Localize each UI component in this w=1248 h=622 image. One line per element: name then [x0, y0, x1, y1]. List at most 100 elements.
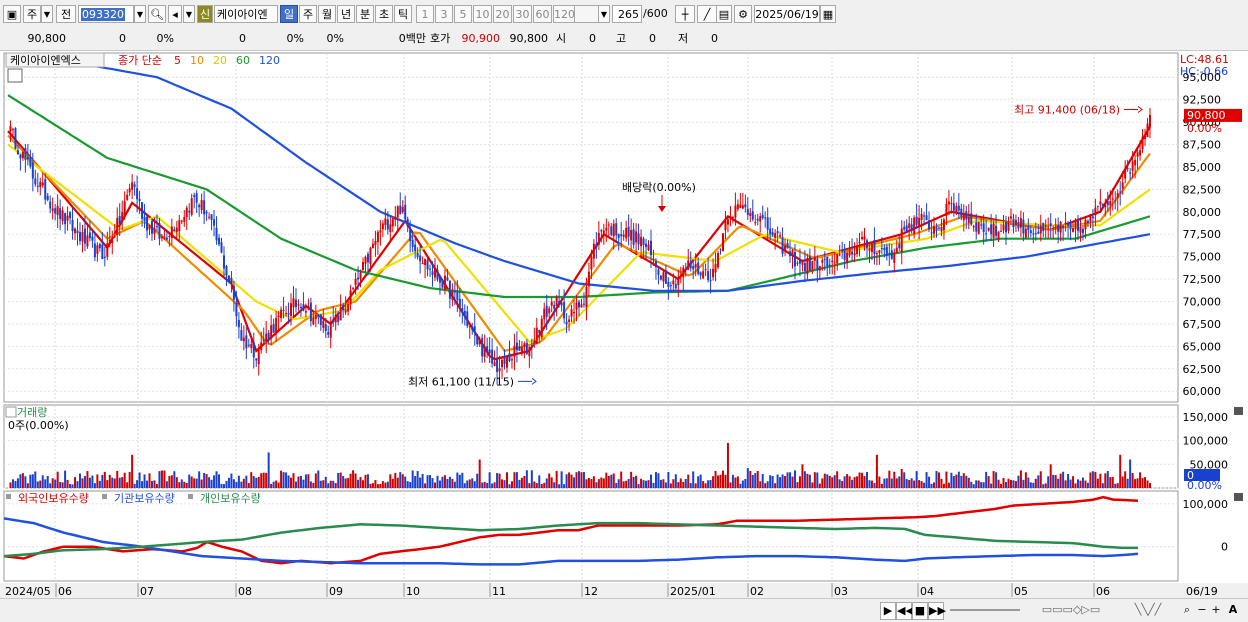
- tab-6[interactable]: 틱: [394, 5, 412, 23]
- volume-bar: [510, 481, 513, 488]
- prev-button[interactable]: 전: [56, 5, 76, 23]
- speaker-icon[interactable]: ◂: [168, 5, 182, 23]
- interval-20[interactable]: 20: [493, 5, 512, 23]
- volume-bar: [982, 482, 985, 488]
- candle-body: [851, 251, 854, 255]
- candle-body: [923, 215, 926, 217]
- volume-bar: [386, 481, 389, 488]
- speaker-dropdown-icon[interactable]: ▼: [183, 5, 195, 23]
- candle-body: [1014, 219, 1017, 226]
- tab-4[interactable]: 분: [356, 5, 374, 23]
- interval-1[interactable]: 1: [416, 5, 434, 23]
- chart-type-icon[interactable]: ┼: [675, 5, 695, 23]
- line-tools-icon[interactable]: ╲╲╱╱: [1118, 602, 1178, 618]
- volume-bar: [210, 479, 213, 488]
- tab-0[interactable]: 일: [280, 5, 298, 23]
- count-input[interactable]: 265: [612, 5, 642, 23]
- volume-bar: [155, 484, 158, 488]
- candle-body: [836, 254, 839, 264]
- interval-5[interactable]: 5: [454, 5, 472, 23]
- volume-bar: [1101, 483, 1104, 488]
- candle-body: [54, 208, 57, 214]
- volume-bar: [950, 472, 953, 488]
- fast-forward-icon[interactable]: ▶▶: [928, 602, 946, 620]
- volume-bar: [796, 482, 799, 488]
- scroll-right-icon[interactable]: ▶: [880, 602, 896, 620]
- period-dropdown-icon[interactable]: ▼: [41, 5, 53, 23]
- volume-bar: [213, 475, 216, 488]
- volume-bar: [359, 477, 362, 488]
- window-menu-icon[interactable]: ▣: [3, 5, 21, 23]
- zoom-in-button[interactable]: +: [1210, 602, 1222, 618]
- volume-bar: [637, 484, 640, 488]
- candle-body: [1096, 205, 1099, 207]
- interval-3[interactable]: 3: [435, 5, 453, 23]
- interval-dropdown-icon[interactable]: ▼: [598, 5, 610, 23]
- volume-bar: [1119, 454, 1122, 488]
- volume-bar: [349, 473, 352, 488]
- tab-5[interactable]: 초: [375, 5, 393, 23]
- candle-body: [220, 242, 223, 253]
- stock-name-field[interactable]: 케이아이엔: [214, 5, 278, 23]
- candle-body: [83, 228, 86, 244]
- search-icon[interactable]: 🔍︎: [148, 5, 166, 23]
- candle-body: [342, 304, 345, 311]
- stock-code-input[interactable]: 093320: [78, 5, 134, 23]
- text-tool-button[interactable]: A: [1226, 602, 1240, 618]
- volume-bar: [1005, 482, 1008, 488]
- save-icon[interactable]: ▤: [716, 5, 732, 23]
- candle-body: [818, 266, 821, 271]
- interval-30[interactable]: 30: [513, 5, 532, 23]
- period-select[interactable]: 주: [23, 5, 41, 23]
- volume-bar: [776, 474, 779, 488]
- candle-body: [205, 211, 208, 214]
- candle-body: [188, 210, 191, 213]
- volume-bar: [215, 471, 218, 488]
- candle-body: [371, 243, 374, 249]
- candle-body: [692, 266, 695, 270]
- volume-bar: [148, 473, 151, 488]
- candle-body: [170, 226, 173, 239]
- volume-bar: [1019, 470, 1022, 488]
- rewind-icon[interactable]: ◀◀: [896, 602, 914, 620]
- volume-bar: [585, 479, 588, 488]
- volume-bar: [426, 475, 429, 488]
- drawing-tools-icon[interactable]: ▭▭▭◇▷▭: [1026, 602, 1116, 618]
- zoom-out-button[interactable]: −: [1196, 602, 1208, 618]
- candle-body: [232, 285, 235, 300]
- interval-60[interactable]: 60: [533, 5, 552, 23]
- candle-body: [510, 359, 513, 361]
- draw-tool-icon[interactable]: ╱: [697, 5, 717, 23]
- stock-chart[interactable]: 95,00092,50090,00087,50085,00082,50080,0…: [0, 51, 1248, 598]
- candle-body: [369, 247, 372, 265]
- volume-bar: [746, 468, 749, 488]
- magnifier-icon[interactable]: ⌕: [1180, 602, 1194, 618]
- candle-body: [674, 284, 677, 289]
- volume-bar: [446, 478, 449, 488]
- volume-bar: [908, 480, 911, 488]
- volume-bar: [846, 474, 849, 488]
- volume-bar: [789, 472, 792, 488]
- volume-bar: [1139, 472, 1142, 488]
- calendar-icon[interactable]: ▦: [820, 5, 836, 23]
- candle-body: [1059, 221, 1062, 233]
- interval-10[interactable]: 10: [473, 5, 492, 23]
- candle-body: [285, 313, 288, 315]
- candle-body: [679, 275, 682, 278]
- volume-bar: [726, 442, 729, 488]
- stop-icon[interactable]: ■: [912, 602, 928, 620]
- tab-3[interactable]: 년: [337, 5, 355, 23]
- tab-1[interactable]: 주: [299, 5, 317, 23]
- zoom-slider[interactable]: [950, 602, 1020, 618]
- interval-120[interactable]: 120: [553, 5, 575, 23]
- tab-2[interactable]: 월: [318, 5, 336, 23]
- volume-bar: [721, 470, 724, 488]
- code-dropdown-icon[interactable]: ▼: [134, 5, 146, 23]
- volume-bar: [54, 479, 57, 488]
- gear-icon[interactable]: ⚙: [734, 5, 752, 23]
- volume-bar: [883, 478, 886, 488]
- candle-body: [672, 280, 675, 285]
- volume-bar: [46, 475, 49, 488]
- date-input[interactable]: 2025/06/19: [754, 5, 820, 23]
- volume-label: 0주(0.00%): [8, 419, 69, 432]
